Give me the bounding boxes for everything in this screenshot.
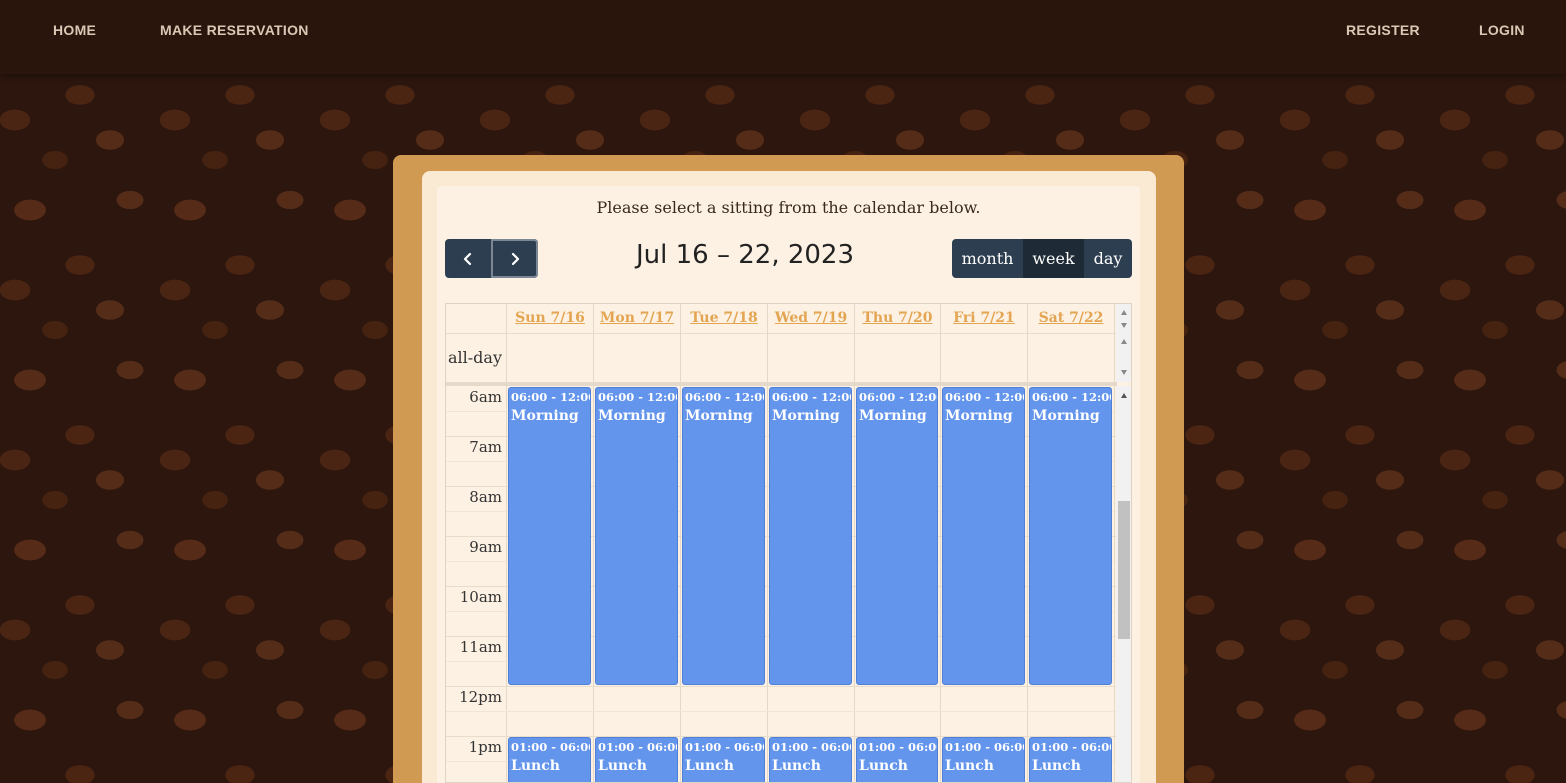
event-title: Morning bbox=[1032, 408, 1100, 424]
scroll-up-icon bbox=[1121, 393, 1127, 398]
hour-gridline bbox=[446, 686, 1116, 687]
time-slot-label: 11am bbox=[459, 638, 502, 656]
day-header-link[interactable]: Mon 7/17 bbox=[593, 304, 680, 333]
event-title: Morning bbox=[772, 408, 840, 424]
top-navbar: HOME MAKE RESERVATION REGISTER LOGIN bbox=[0, 0, 1566, 74]
month-view-button[interactable]: month bbox=[952, 239, 1023, 278]
header-scrollbar[interactable] bbox=[1116, 304, 1131, 382]
event-title: Lunch bbox=[772, 758, 821, 774]
scrollbar-thumb[interactable] bbox=[1118, 501, 1130, 639]
time-slot-label: 10am bbox=[459, 588, 502, 606]
scroll-up-icon bbox=[1121, 310, 1127, 315]
event-time: 01:00 - 06:00 bbox=[1032, 740, 1112, 754]
time-slot-label: 7am bbox=[469, 438, 502, 456]
all-day-divider bbox=[446, 382, 1117, 386]
morning-sitting-event[interactable]: 06:00 - 12:00 Morning bbox=[942, 387, 1025, 685]
scroll-down-icon bbox=[1121, 323, 1127, 328]
lunch-sitting-event[interactable]: 01:00 - 06:00 Lunch bbox=[682, 737, 765, 782]
next-week-button[interactable] bbox=[491, 239, 538, 278]
event-title: Morning bbox=[685, 408, 753, 424]
instruction-text: Please select a sitting from the calenda… bbox=[596, 198, 981, 217]
event-time: 06:00 - 12:00 bbox=[772, 390, 852, 404]
event-time: 06:00 - 12:00 bbox=[685, 390, 765, 404]
nav-login-link[interactable]: LOGIN bbox=[1479, 22, 1525, 42]
lunch-sitting-event[interactable]: 01:00 - 06:00 Lunch bbox=[1029, 737, 1112, 782]
lunch-sitting-event[interactable]: 01:00 - 06:00 Lunch bbox=[508, 737, 591, 782]
event-title: Morning bbox=[598, 408, 666, 424]
lunch-sitting-event[interactable]: 01:00 - 06:00 Lunch bbox=[942, 737, 1025, 782]
morning-sitting-event[interactable]: 06:00 - 12:00 Morning bbox=[595, 387, 678, 685]
event-title: Lunch bbox=[685, 758, 734, 774]
time-slot-label: 6am bbox=[469, 388, 502, 406]
event-time: 06:00 - 12:00 bbox=[511, 390, 591, 404]
event-time: 01:00 - 06:00 bbox=[772, 740, 852, 754]
lunch-sitting-event[interactable]: 01:00 - 06:00 Lunch bbox=[769, 737, 852, 782]
time-slot-label: 8am bbox=[469, 488, 502, 506]
event-time: 01:00 - 06:00 bbox=[945, 740, 1025, 754]
day-header-link[interactable]: Thu 7/20 bbox=[854, 304, 940, 333]
nav-make-reservation-link[interactable]: MAKE RESERVATION bbox=[160, 22, 309, 42]
nav-register-link[interactable]: REGISTER bbox=[1346, 22, 1420, 42]
event-title: Lunch bbox=[598, 758, 647, 774]
event-time: 01:00 - 06:00 bbox=[859, 740, 938, 754]
time-slot-label: 12pm bbox=[459, 688, 502, 706]
lunch-sitting-event[interactable]: 01:00 - 06:00 Lunch bbox=[595, 737, 678, 782]
morning-sitting-event[interactable]: 06:00 - 12:00 Morning bbox=[769, 387, 852, 685]
day-header-link[interactable]: Sat 7/22 bbox=[1027, 304, 1114, 333]
chevron-right-icon bbox=[511, 252, 519, 265]
event-time: 06:00 - 12:00 bbox=[945, 390, 1025, 404]
week-view-button[interactable]: week bbox=[1023, 239, 1084, 278]
event-title: Morning bbox=[945, 408, 1013, 424]
event-title: Lunch bbox=[859, 758, 908, 774]
day-view-button[interactable]: day bbox=[1084, 239, 1132, 278]
view-switcher: month week day bbox=[952, 239, 1132, 278]
day-header-link[interactable]: Sun 7/16 bbox=[506, 304, 593, 333]
body-scrollbar[interactable] bbox=[1116, 386, 1131, 782]
calendar-title: Jul 16 – 22, 2023 bbox=[635, 240, 855, 270]
all-day-label: all-day bbox=[448, 348, 502, 367]
event-time: 06:00 - 12:00 bbox=[1032, 390, 1112, 404]
morning-sitting-event[interactable]: 06:00 - 12:00 Morning bbox=[508, 387, 591, 685]
morning-sitting-event[interactable]: 06:00 - 12:00 Morning bbox=[1029, 387, 1112, 685]
event-title: Lunch bbox=[511, 758, 560, 774]
event-title: Morning bbox=[511, 408, 579, 424]
scroll-up-icon bbox=[1121, 339, 1127, 344]
prev-week-button[interactable] bbox=[445, 239, 491, 278]
time-slot-label: 9am bbox=[469, 538, 502, 556]
half-hour-gridline bbox=[446, 711, 1116, 712]
nav-button-group bbox=[445, 239, 538, 278]
time-slot-label: 1pm bbox=[468, 738, 502, 756]
event-time: 01:00 - 06:00 bbox=[598, 740, 678, 754]
nav-home-link[interactable]: HOME bbox=[53, 22, 96, 42]
chevron-left-icon bbox=[463, 252, 472, 265]
header-divider bbox=[446, 333, 1131, 334]
event-time: 01:00 - 06:00 bbox=[511, 740, 591, 754]
morning-sitting-event[interactable]: 06:00 - 12:00 Morning bbox=[682, 387, 765, 685]
week-calendar-grid: all-day Sun 7/16 Mon 7/17 Tue 7/18 Wed 7/19… bbox=[445, 303, 1132, 783]
event-title: Lunch bbox=[945, 758, 994, 774]
event-time: 01:00 - 06:00 bbox=[685, 740, 765, 754]
event-title: Morning bbox=[859, 408, 927, 424]
morning-sitting-event[interactable]: 06:00 - 12:00 Morning bbox=[856, 387, 938, 685]
event-time: 06:00 - 12:00 bbox=[598, 390, 678, 404]
event-time: 06:00 - 12:00 bbox=[859, 390, 938, 404]
event-title: Lunch bbox=[1032, 758, 1081, 774]
day-header-link[interactable]: Wed 7/19 bbox=[767, 304, 854, 333]
day-header-link[interactable]: Fri 7/21 bbox=[940, 304, 1027, 333]
scroll-down-icon bbox=[1121, 370, 1127, 375]
lunch-sitting-event[interactable]: 01:00 - 06:00 Lunch bbox=[856, 737, 938, 782]
day-header-link[interactable]: Tue 7/18 bbox=[680, 304, 767, 333]
